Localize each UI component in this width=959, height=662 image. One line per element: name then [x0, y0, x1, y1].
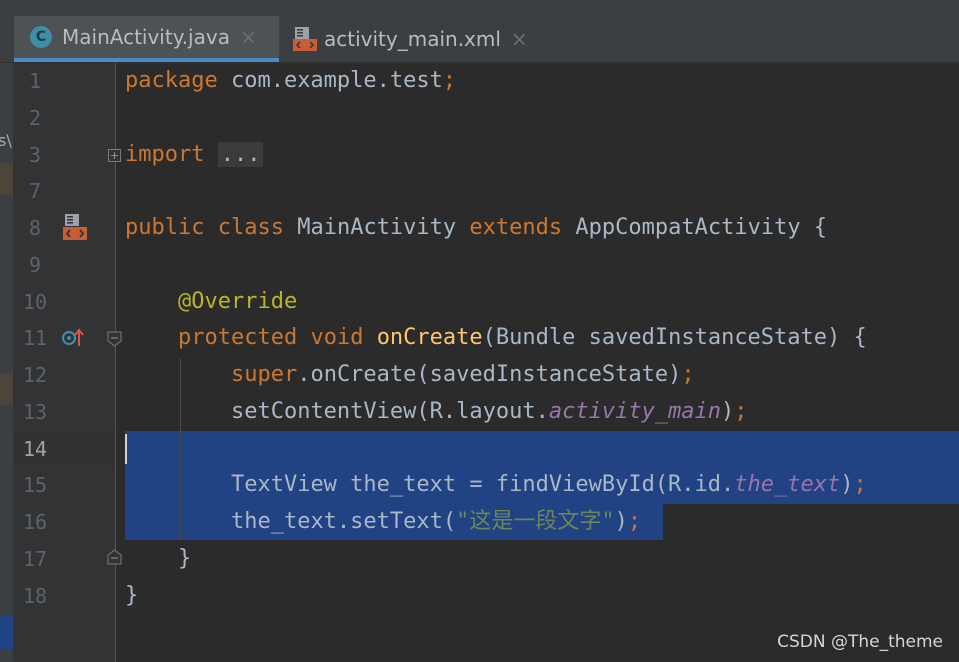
layout-file-icon[interactable] [62, 213, 88, 245]
code-text: ) [840, 472, 854, 497]
fold-collapse-icon[interactable] [107, 331, 122, 351]
keyword: protected [177, 325, 298, 350]
code-line-11[interactable]: protected void onCreate(Bundle savedInst… [125, 320, 867, 356]
java-class-icon: C [30, 26, 52, 48]
code-text: setContentView(R.layout. [230, 399, 549, 424]
class-name: MainActivity [297, 215, 457, 240]
tab-main-activity[interactable]: C MainActivity.java × [14, 16, 279, 62]
parent-class: AppCompatActivity { [575, 215, 828, 240]
keyword: package [125, 68, 218, 93]
panel-highlight [0, 373, 13, 405]
editor-tab-bar: C MainActivity.java × activity_main.xml … [0, 16, 959, 63]
line-number-current: 14 [22, 437, 48, 461]
line-number: 18 [22, 584, 48, 608]
line-number: 3 [28, 143, 42, 167]
tab-label: activity_main.xml [324, 27, 501, 51]
code-line-8[interactable]: public class MainActivity extends AppCom… [125, 210, 827, 246]
close-icon[interactable]: × [240, 25, 257, 49]
line-number: 7 [28, 179, 42, 203]
semicolon: ; [681, 362, 695, 387]
annotation: @Override [177, 289, 298, 314]
code-line-1[interactable]: package com.example.test; [125, 63, 456, 99]
line-number: 2 [28, 106, 42, 130]
tab-label: MainActivity.java [62, 25, 230, 49]
code-line-13[interactable]: setContentView(R.layout.activity_main); [125, 394, 748, 430]
tab-activity-main-xml[interactable]: activity_main.xml × [282, 16, 532, 62]
keyword: super [230, 362, 298, 387]
line-number: 15 [22, 473, 48, 497]
keyword: void [310, 325, 364, 350]
string-literal: "这是一段文字" [456, 509, 615, 534]
code-text: TextView the_text = findViewById(R.id. [230, 472, 735, 497]
code-text: ) [614, 509, 628, 534]
line-number: 17 [22, 547, 48, 571]
closing-brace: } [125, 583, 139, 608]
line-number: 9 [28, 253, 42, 277]
text-caret [125, 434, 127, 464]
keyword: extends [469, 215, 563, 240]
closing-brace: } [177, 546, 192, 571]
code-line-18[interactable]: } [125, 578, 138, 614]
static-field: the_text [734, 472, 841, 497]
semicolon: ; [853, 472, 867, 497]
fold-end-icon[interactable] [107, 549, 122, 569]
code-line-12[interactable]: super.onCreate(savedInstanceState); [125, 357, 695, 393]
method-name: onCreate [376, 325, 483, 350]
keyword: class [217, 215, 284, 240]
code-text: the_text.setText( [230, 509, 457, 534]
folded-imports[interactable]: ... [217, 142, 264, 167]
semicolon: ; [627, 509, 642, 534]
code-text: ) [721, 399, 735, 424]
keyword: public [125, 215, 205, 240]
panel-highlight [0, 163, 13, 195]
code-text: com.example.test [217, 68, 443, 93]
code-text: (Bundle savedInstanceState) { [482, 325, 867, 350]
line-number: 1 [28, 69, 42, 93]
static-field: activity_main [548, 399, 722, 424]
watermark: CSDN @The_theme [777, 632, 943, 652]
keyword: import [125, 142, 205, 167]
line-number: 10 [22, 290, 48, 314]
code-line-17[interactable]: } [125, 541, 191, 577]
override-method-icon[interactable] [61, 327, 85, 353]
code-line-10[interactable]: @Override [125, 284, 297, 320]
line-number: 8 [28, 216, 42, 240]
code-line-3[interactable]: import ... [125, 137, 264, 173]
code-line-15[interactable]: TextView the_text = findViewById(R.id.th… [125, 467, 867, 503]
close-icon[interactable]: × [511, 27, 528, 51]
xml-layout-icon [292, 26, 317, 52]
window-top-strip [0, 0, 959, 17]
project-panel-fragment: s\ [0, 131, 12, 150]
project-panel-edge[interactable]: s\ [0, 63, 13, 662]
line-number: 16 [22, 510, 48, 534]
line-number: 12 [22, 363, 48, 387]
code-text: .onCreate(savedInstanceState) [297, 362, 682, 387]
panel-selection [0, 616, 13, 650]
line-number: 13 [22, 400, 48, 424]
code-line-16[interactable]: the_text.setText("这是一段文字"); [125, 504, 641, 540]
semicolon: ; [442, 68, 457, 93]
fold-expand-icon[interactable]: + [108, 149, 121, 162]
semicolon: ; [734, 399, 748, 424]
line-number: 11 [22, 326, 48, 350]
